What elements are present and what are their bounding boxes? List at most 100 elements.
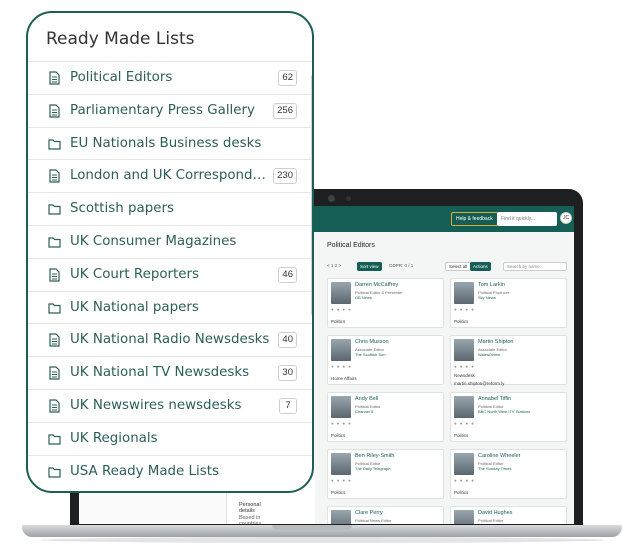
contact-name[interactable]: Clare Perry: [355, 510, 383, 516]
select-all-button[interactable]: Select all: [445, 262, 472, 271]
actions-button[interactable]: Actions: [470, 262, 491, 271]
list-item[interactable]: UK Consumer Magazines: [28, 224, 312, 258]
folder-icon: [48, 465, 61, 479]
contact-card[interactable]: Andy Bell Political Editor Channel 5 ●●●● Po…: [327, 392, 444, 442]
document-icon: [48, 104, 61, 118]
card-action-icons[interactable]: ●●●●: [454, 421, 477, 426]
contact-name[interactable]: Darren McCaffrey: [355, 282, 398, 288]
contact-card[interactable]: Clare PerryPolitical News Editor●●●●: [327, 506, 444, 524]
card-action-icons[interactable]: ●●●●: [331, 421, 354, 426]
list-item[interactable]: UK Newswires newsdesks 7: [28, 388, 312, 422]
contact-card[interactable]: Darren McCaffrey Political Editor & Prese…: [327, 278, 444, 328]
contact-outlet[interactable]: GB News: [355, 295, 372, 300]
card-action-icons[interactable]: ●●●●: [454, 364, 477, 369]
contact-photo: [331, 339, 351, 361]
contact-photo: [454, 396, 474, 418]
document-icon: [48, 333, 61, 347]
contact-name[interactable]: Ben Riley-Smith: [355, 453, 394, 459]
count-badge: 40: [278, 332, 297, 349]
count-badge: 230: [273, 168, 297, 185]
contact-card[interactable]: Martin Shipton Associate Editor WalesOnlin…: [450, 335, 567, 386]
list-item-label: UK Consumer Magazines: [70, 233, 237, 249]
list-item-label: UK Newswires newsdesks: [70, 397, 242, 413]
contact-photo: [331, 453, 351, 475]
pagination[interactable]: < 1 2 >: [327, 263, 341, 268]
list-item-label: USA Ready Made Lists: [70, 463, 219, 479]
contact-card[interactable]: Tom Larkin Political Producer Sky News ●●●●…: [450, 278, 567, 328]
contact-card[interactable]: David HughesPolitical Editor●●●●: [450, 506, 567, 524]
list-item-label: Scottish papers: [70, 201, 174, 217]
contact-name[interactable]: Annabel Tiffin: [478, 396, 511, 402]
app-main: Political Editors < 1 2 > Sort view GDPR…: [315, 232, 574, 524]
page-title: Political Editors: [327, 242, 375, 249]
panel-title: Ready Made Lists: [46, 29, 195, 49]
contact-search-input[interactable]: Search by name...: [503, 262, 567, 271]
avatar[interactable]: JC: [560, 212, 572, 224]
list-item[interactable]: USA Ready Made Lists: [28, 454, 312, 488]
list-item-label: UK Court Reporters: [70, 266, 199, 282]
folder-icon: [48, 202, 61, 216]
list-item[interactable]: London and UK Correspondents 230: [28, 159, 312, 192]
contact-name[interactable]: Caroline Wheeler: [478, 453, 521, 459]
list-item-label: London and UK Correspondents: [70, 168, 270, 184]
contact-name[interactable]: Andy Bell: [355, 396, 378, 402]
count-badge: 30: [278, 365, 297, 382]
contact-outlet[interactable]: WalesOnline: [478, 352, 501, 357]
contact-topic-tag: Home Affairs: [331, 376, 357, 381]
list-item[interactable]: UK National TV Newsdesks 30: [28, 356, 312, 389]
card-action-icons[interactable]: ●●●●: [454, 307, 477, 312]
contact-name[interactable]: Chris Musson: [355, 339, 389, 345]
contact-name[interactable]: Tom Larkin: [478, 282, 505, 288]
list-item[interactable]: UK Court Reporters 46: [28, 257, 312, 291]
list-item[interactable]: Parliamentary Press Gallery 256: [28, 93, 312, 127]
contact-outlet[interactable]: Sky News: [478, 295, 496, 300]
contact-email[interactable]: martin.shipton@reform.ly: [454, 381, 504, 386]
help-feedback-button[interactable]: Help & feedback: [451, 212, 498, 226]
contact-outlet[interactable]: The Scottish Sun: [355, 352, 385, 357]
contact-topic-tag: Politics: [331, 319, 346, 324]
sort-view-button[interactable]: Sort view: [357, 262, 382, 271]
list-item[interactable]: Political Editors 62: [28, 61, 312, 94]
document-icon: [48, 169, 61, 183]
list-item[interactable]: UK National Radio Newsdesks 40: [28, 323, 312, 356]
list-scrollbar[interactable]: [311, 75, 312, 315]
list-item-label: UK Regionals: [70, 430, 158, 446]
contact-topic-tag: Politics: [331, 490, 346, 495]
list-item[interactable]: EU Nationals Business desks: [28, 126, 312, 160]
personal-details-label: Personal details: [239, 502, 261, 514]
document-icon: [48, 366, 61, 380]
contact-photo: [454, 453, 474, 475]
card-action-icons[interactable]: ●●●●: [331, 478, 354, 483]
folder-icon: [48, 137, 61, 151]
contact-card[interactable]: Caroline Wheeler Political Editor The Sund…: [450, 449, 567, 499]
list-item-label: Parliamentary Press Gallery: [70, 102, 255, 118]
list-item-label: EU Nationals Business desks: [70, 135, 262, 151]
document-icon: [48, 399, 61, 413]
global-search-input[interactable]: Find it quickly...: [497, 212, 557, 226]
contact-desk: Newsdesk: [454, 373, 475, 378]
laptop-shadow: [40, 537, 605, 543]
list-item[interactable]: UK National papers: [28, 290, 312, 324]
card-action-icons[interactable]: ●●●●: [331, 364, 354, 369]
list-item[interactable]: Scottish papers: [28, 192, 312, 225]
contact-card[interactable]: Chris Musson Associate Editor The Scottish…: [327, 335, 444, 385]
contact-outlet[interactable]: BBC North West ITV Stations: [478, 409, 530, 414]
list-item[interactable]: UK Regionals: [28, 421, 312, 455]
contact-role: Political Editor: [478, 518, 504, 523]
contact-name[interactable]: Martin Shipton: [478, 339, 513, 345]
card-action-icons[interactable]: ●●●●: [454, 478, 477, 483]
contact-photo: [454, 510, 474, 524]
contact-outlet[interactable]: Channel 5: [355, 409, 373, 414]
contact-topic-tag: Politics: [331, 433, 346, 438]
based-in-label: Based in countries: [239, 515, 262, 524]
contact-card[interactable]: Annabel Tiffin Political Editor BBC North …: [450, 392, 567, 442]
contact-photo: [454, 282, 474, 304]
ready-made-lists-panel: Ready Made Lists Political Editors 62 Parl…: [26, 11, 314, 493]
contact-card[interactable]: Ben Riley-Smith Political Editor The Daily…: [327, 449, 444, 499]
contact-outlet[interactable]: The Sunday Times: [478, 466, 511, 471]
list-item-label: UK National papers: [70, 299, 199, 315]
card-action-icons[interactable]: ●●●●: [331, 307, 354, 312]
contact-outlet[interactable]: The Daily Telegraph: [355, 466, 391, 471]
contact-name[interactable]: David Hughes: [478, 510, 513, 516]
count-badge: 7: [279, 397, 297, 414]
